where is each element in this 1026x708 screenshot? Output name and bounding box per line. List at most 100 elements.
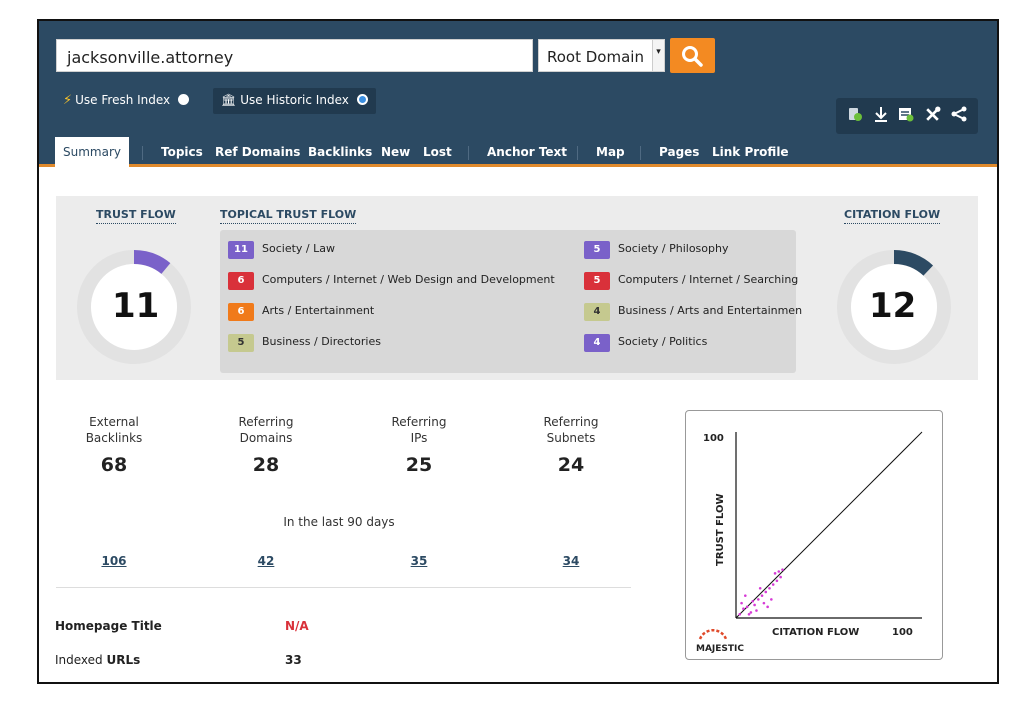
topic-item[interactable]: 11 Society / Law xyxy=(228,240,335,259)
scatter-point xyxy=(747,612,751,616)
bank-icon: 🏛 xyxy=(221,93,237,107)
x-max-label: 100 xyxy=(892,627,913,638)
majestic-logo: MAJESTIC xyxy=(696,629,744,654)
topic-label: Society / Politics xyxy=(618,335,708,348)
citation-flow-heading[interactable]: CITATION FLOW xyxy=(844,208,941,224)
tab-new[interactable]: New xyxy=(381,145,410,159)
topic-score-badge: 4 xyxy=(584,303,610,321)
historic-index-radio[interactable] xyxy=(356,94,368,105)
homepage-title-value: N/A xyxy=(285,619,309,633)
topic-label: Computers / Internet / Searching xyxy=(618,273,799,286)
tab-divider xyxy=(142,146,143,160)
topical-trust-flow-heading[interactable]: TOPICAL TRUST FLOW xyxy=(220,208,357,224)
homepage-title-label: Homepage Title xyxy=(55,619,162,633)
last90-referring-subnets-link[interactable]: 34 xyxy=(511,554,631,568)
topic-item[interactable]: 4 Business / Arts and Entertainmen xyxy=(584,302,802,321)
tab-bar: Summary Topics Ref Domains Backlinks New… xyxy=(39,137,997,167)
search-button[interactable] xyxy=(670,38,715,73)
trust-flow-heading[interactable]: TRUST FLOW xyxy=(96,208,176,224)
tab-topics[interactable]: Topics xyxy=(161,145,203,159)
scatter-point xyxy=(771,583,775,586)
topic-item[interactable]: 5 Computers / Internet / Searching xyxy=(584,271,799,290)
fresh-index-option[interactable]: ⚡ Use Fresh Index xyxy=(55,88,197,114)
tab-anchor-text[interactable]: Anchor Text xyxy=(487,145,567,159)
header-bar: jacksonville.attorney Root Domain ▾ ⚡ Use… xyxy=(39,21,997,137)
topic-item[interactable]: 6 Arts / Entertainment xyxy=(228,302,375,321)
topical-trust-flow-list: 11 Society / Law 6 Computers / Internet / … xyxy=(220,230,802,373)
scatter-point xyxy=(760,594,764,597)
topic-score-badge: 5 xyxy=(584,272,610,290)
last90-referring-ips-link[interactable]: 35 xyxy=(359,554,479,568)
tab-pages[interactable]: Pages xyxy=(659,145,699,159)
tools-icon[interactable] xyxy=(924,106,941,127)
reference-diagonal xyxy=(735,431,923,619)
section-divider xyxy=(56,587,631,588)
brand-label: MAJESTIC xyxy=(696,644,744,654)
topic-score-badge: 4 xyxy=(584,334,610,352)
stat-value-external-backlinks: 68 xyxy=(100,454,128,476)
topic-score-badge: 5 xyxy=(228,334,254,352)
report-icon[interactable] xyxy=(898,106,914,126)
topic-score-badge: 11 xyxy=(228,241,254,259)
tab-divider xyxy=(468,146,469,160)
bulk-icon[interactable] xyxy=(847,106,863,126)
topic-score-badge: 6 xyxy=(228,303,254,321)
tab-link-profile[interactable]: Link Profile xyxy=(712,145,789,159)
stat-label-referring-subnets: Referring Subnets xyxy=(543,415,599,445)
scatter-point xyxy=(744,594,747,597)
toolbar-icons xyxy=(836,98,978,134)
scatter-point xyxy=(764,590,768,594)
stat-label-external-backlinks: External Backlinks xyxy=(85,415,143,445)
last90-external-backlinks-link[interactable]: 106 xyxy=(54,554,174,568)
search-icon xyxy=(682,46,703,67)
flow-metrics-scatter: 100 100 CITATION FLOW TRUST FLOW MAJESTI… xyxy=(696,431,923,654)
tab-divider xyxy=(577,146,578,160)
topic-item[interactable]: 6 Computers / Internet / Web Design and D… xyxy=(228,271,555,290)
scatter-point xyxy=(775,579,779,583)
stat-label-referring-domains: Referring Domains xyxy=(238,415,294,445)
scatter-point xyxy=(766,605,769,609)
topic-item[interactable]: 5 Business / Directories xyxy=(228,333,381,352)
scatter-point xyxy=(777,570,781,573)
topic-label: Society / Law xyxy=(262,242,335,255)
search-input[interactable]: jacksonville.attorney xyxy=(56,39,533,72)
stat-value-referring-subnets: 24 xyxy=(557,454,585,476)
topic-item[interactable]: 4 Society / Politics xyxy=(584,333,708,352)
topic-item[interactable]: 5 Society / Philosophy xyxy=(584,240,728,259)
scatter-point xyxy=(742,607,745,610)
tab-summary[interactable]: Summary xyxy=(55,137,129,167)
historic-index-label: Use Historic Index xyxy=(240,93,349,107)
fresh-index-label: Use Fresh Index xyxy=(75,93,171,107)
scatter-point xyxy=(757,598,760,601)
scatter-point xyxy=(773,572,777,575)
stat-label-referring-ips: Referring IPs xyxy=(391,415,447,445)
fresh-index-radio[interactable] xyxy=(178,94,189,105)
flow-metrics-chart: 100 100 CITATION FLOW TRUST FLOW MAJESTI… xyxy=(685,410,943,660)
download-icon[interactable] xyxy=(873,106,889,126)
historic-index-option[interactable]: 🏛 Use Historic Index xyxy=(213,88,376,114)
tab-backlinks[interactable]: Backlinks xyxy=(308,145,372,159)
last90-referring-domains-link[interactable]: 42 xyxy=(206,554,326,568)
scatter-point xyxy=(745,605,749,609)
scatter-point xyxy=(781,568,784,571)
chevron-down-icon: ▾ xyxy=(652,40,664,71)
scatter-point xyxy=(738,612,742,616)
x-axis-label: CITATION FLOW xyxy=(772,627,859,638)
topic-label: Arts / Entertainment xyxy=(262,304,375,317)
scatter-point xyxy=(768,586,771,590)
trust-flow-value: 11 xyxy=(112,286,160,326)
tab-lost[interactable]: Lost xyxy=(423,145,452,159)
tab-map[interactable]: Map xyxy=(596,145,625,159)
indexed-urls-label: Indexed URLs xyxy=(55,653,141,667)
scatter-point xyxy=(762,601,766,605)
topic-label: Computers / Internet / Web Design and De… xyxy=(262,273,555,286)
topic-score-badge: 6 xyxy=(228,272,254,290)
stat-value-referring-domains: 28 xyxy=(252,454,280,476)
share-icon[interactable] xyxy=(951,106,967,126)
tab-ref-domains[interactable]: Ref Domains xyxy=(215,145,300,159)
scatter-point xyxy=(770,598,773,601)
lightning-icon: ⚡ xyxy=(63,93,73,108)
tab-divider xyxy=(640,146,641,160)
scatter-point xyxy=(751,599,755,603)
scope-select[interactable]: Root Domain ▾ xyxy=(538,39,665,72)
